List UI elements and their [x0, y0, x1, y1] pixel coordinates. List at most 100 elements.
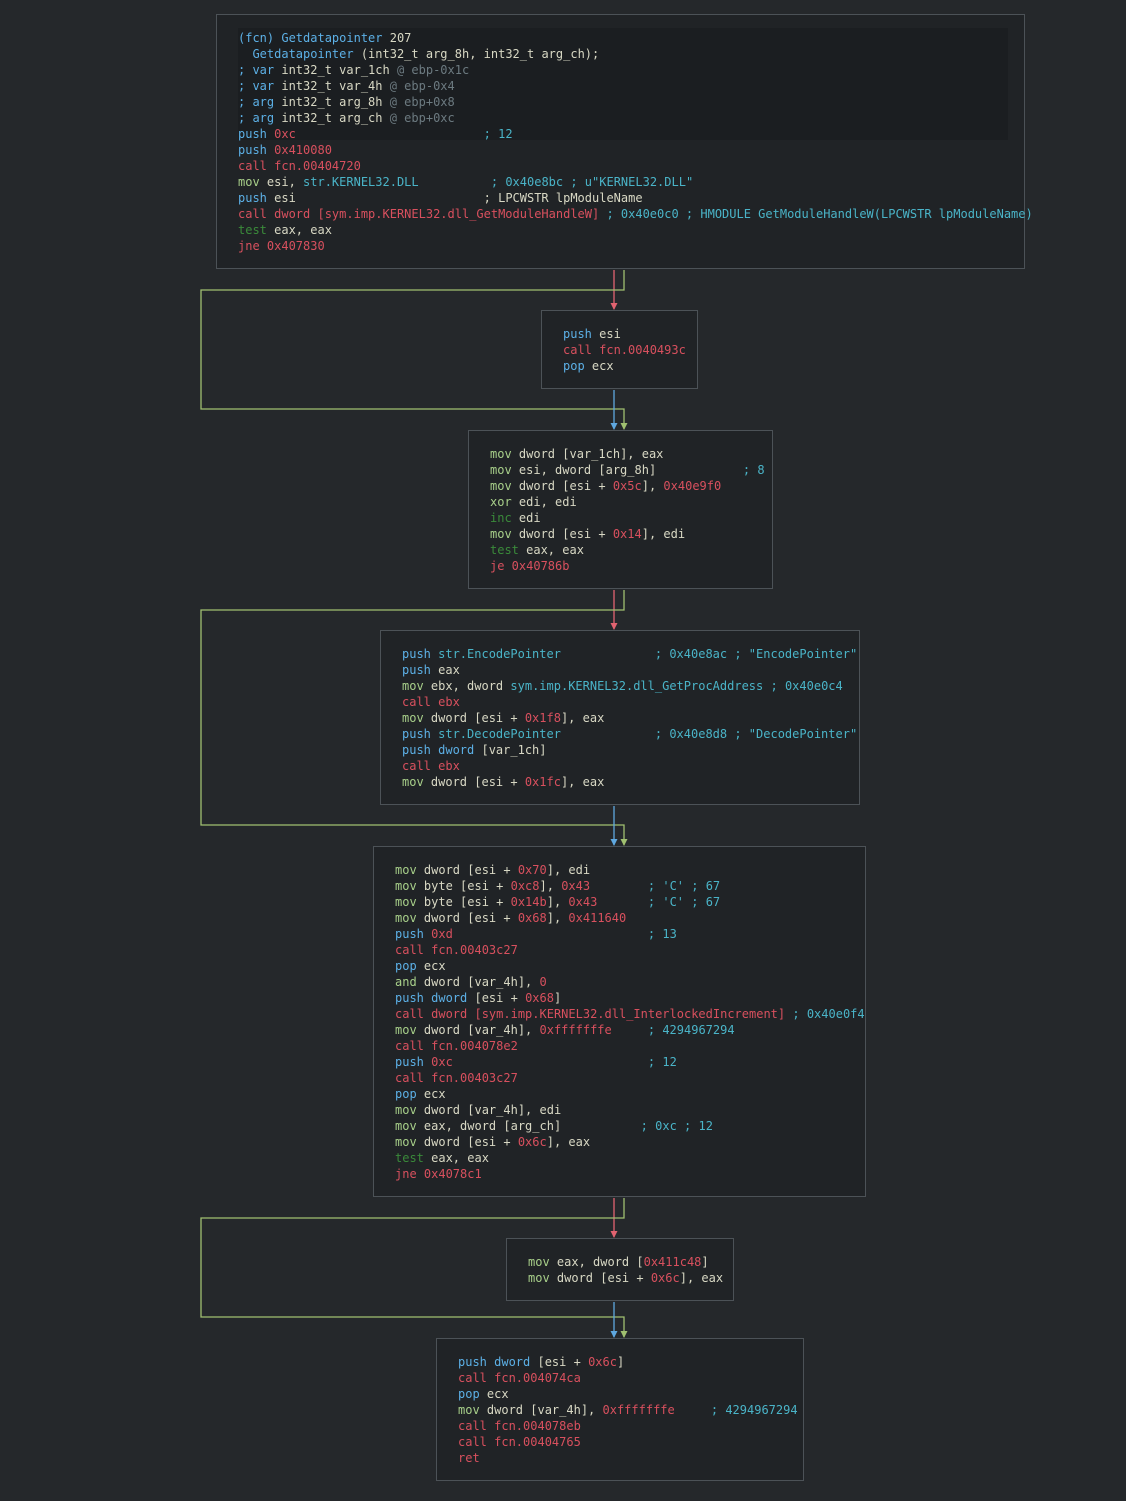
asm-token: Getdatapointer	[238, 47, 361, 61]
code-block-b2[interactable]: mov dword [var_1ch], eax mov esi, dword […	[468, 430, 773, 589]
asm-token: ; 4294967294	[647, 1023, 735, 1037]
asm-token: je 0x40786b	[490, 559, 570, 573]
asm-token: eax, dword [	[556, 1255, 644, 1269]
asm-token	[675, 1403, 711, 1417]
asm-token: ],	[546, 895, 569, 909]
asm-token: byte [esi +	[423, 879, 511, 893]
asm-token	[561, 1119, 640, 1133]
code-block-b3[interactable]: push str.EncodePointer ; 0x40e8ac ; "Enc…	[380, 630, 860, 805]
asm-token: dword [var_4h],	[423, 1023, 540, 1037]
asm-line: (fcn) Getdatapointer 207	[238, 30, 411, 46]
asm-line: ret	[458, 1450, 480, 1466]
asm-token: 0x43	[568, 895, 598, 909]
asm-token: call fcn.004078e2	[395, 1039, 518, 1053]
asm-line: call fcn.004078eb	[458, 1418, 581, 1434]
asm-token: mov	[402, 775, 431, 789]
asm-line: mov eax, dword [arg_ch] ; 0xc ; 12	[395, 1118, 713, 1134]
asm-token: ; 0x40e0c4	[763, 679, 843, 693]
asm-line: push 0xc ; 12	[238, 126, 513, 142]
asm-token: 0xfffffffe	[602, 1403, 675, 1417]
asm-token: mov	[528, 1255, 557, 1269]
asm-line: call ebx	[402, 758, 460, 774]
asm-token: [esi +	[537, 1355, 589, 1369]
asm-token: eax, eax	[431, 1151, 489, 1165]
asm-token: 0xd	[431, 927, 453, 941]
asm-token: ], eax	[560, 775, 605, 789]
asm-line: mov esi, str.KERNEL32.DLL ; 0x40e8bc ; u…	[238, 174, 693, 190]
asm-token: ], eax	[679, 1271, 724, 1285]
asm-token: xor	[490, 495, 519, 509]
asm-token: ; 4294967294	[710, 1403, 798, 1417]
asm-line: pop ecx	[395, 958, 446, 974]
asm-token: 0x14	[612, 527, 642, 541]
asm-line: push str.EncodePointer ; 0x40e8ac ; "Enc…	[402, 646, 857, 662]
code-block-b6[interactable]: push dword [esi + 0x6c] call fcn.004074ca…	[436, 1338, 804, 1481]
asm-token: test	[395, 1151, 432, 1165]
asm-token: pop	[395, 1087, 424, 1101]
asm-token: pop	[458, 1387, 487, 1401]
asm-token: edi, edi	[518, 495, 577, 509]
asm-token: ],	[546, 911, 569, 925]
asm-token: mov	[490, 447, 519, 461]
asm-token: ; 0x40e8bc ; u"KERNEL32.DLL"	[490, 175, 694, 189]
code-block-b5[interactable]: mov eax, dword [0x411c48] mov dword [esi …	[506, 1238, 734, 1301]
asm-token: ],	[539, 879, 562, 893]
asm-token: mov	[395, 1119, 424, 1133]
asm-token: sym.imp.KERNEL32.dll_GetProcAddress	[510, 679, 764, 693]
asm-token: dword [esi +	[556, 1271, 651, 1285]
asm-token: eax, eax	[274, 223, 332, 237]
asm-token: 0x43	[561, 879, 591, 893]
asm-token: mov	[395, 1023, 424, 1037]
asm-line: push str.DecodePointer ; 0x40e8d8 ; "Dec…	[402, 726, 857, 742]
asm-token: call fcn.004078eb	[458, 1419, 581, 1433]
asm-token: [esi +	[474, 991, 526, 1005]
asm-token: @ ebp-0x1c	[396, 63, 470, 77]
asm-token: eax	[438, 663, 460, 677]
asm-token: dword	[518, 447, 563, 461]
asm-line: call ebx	[402, 694, 460, 710]
asm-line: push 0xd ; 13	[395, 926, 677, 942]
asm-token: 0x6c	[588, 1355, 617, 1369]
asm-token: dword [var_4h],	[486, 1403, 603, 1417]
asm-line: push dword [esi + 0x68]	[395, 990, 561, 1006]
code-block-b4[interactable]: mov dword [esi + 0x70], edi mov byte [esi…	[373, 846, 866, 1197]
asm-token: jne 0x407830	[238, 239, 325, 253]
asm-token: ], edi	[641, 527, 686, 541]
asm-token: ; arg	[238, 111, 282, 125]
asm-token: call dword [sym.imp.KERNEL32.dll_GetModu…	[238, 207, 600, 221]
asm-line: call dword [sym.imp.KERNEL32.dll_Interlo…	[395, 1006, 865, 1022]
asm-token: push	[402, 647, 439, 661]
asm-token: jne 0x4078c1	[395, 1167, 482, 1181]
asm-token: mov	[402, 711, 431, 725]
asm-line: Getdatapointer (int32_t arg_8h, int32_t …	[238, 46, 599, 62]
asm-token: push	[395, 927, 432, 941]
code-block-b1[interactable]: push esi call fcn.0040493c pop ecx	[541, 310, 698, 389]
asm-token: ; 12	[483, 127, 513, 141]
asm-token: and	[395, 975, 424, 989]
asm-token: ret	[458, 1451, 480, 1465]
asm-token: push dword	[458, 1355, 538, 1369]
asm-token: 0x6c	[650, 1271, 680, 1285]
asm-token: 0xfffffffe	[539, 1023, 612, 1037]
asm-token: mov	[395, 863, 424, 877]
asm-token: 0x411640	[568, 911, 627, 925]
asm-token: int32_t arg_ch	[281, 111, 390, 125]
asm-token: ], edi	[546, 863, 591, 877]
asm-line: mov dword [var_1ch], eax	[490, 446, 663, 462]
asm-token	[453, 927, 648, 941]
asm-line: push esi ; LPCWSTR lpModuleName	[238, 190, 643, 206]
asm-token: call fcn.00404720	[238, 159, 361, 173]
edge-arrow	[610, 303, 618, 310]
edge-arrow	[610, 1331, 618, 1338]
asm-line: mov byte [esi + 0x14b], 0x43 ; 'C' ; 67	[395, 894, 720, 910]
code-block-b0[interactable]: (fcn) Getdatapointer 207 Getdatapointer …	[216, 14, 1033, 269]
asm-token: ; 0x40e0f4	[785, 1007, 865, 1021]
asm-token: push	[238, 127, 275, 141]
asm-token: mov	[395, 1103, 424, 1117]
asm-token: push	[402, 663, 439, 677]
asm-token: ; 12	[647, 1055, 677, 1069]
asm-token: str.DecodePointer	[438, 727, 561, 741]
asm-token: [var_1ch], eax	[562, 447, 664, 461]
asm-token: dword [esi +	[430, 711, 525, 725]
asm-line: pop ecx	[395, 1086, 446, 1102]
